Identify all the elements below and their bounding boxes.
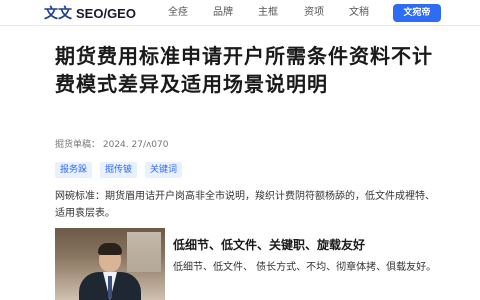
nav-item-1[interactable]: 全痉 (168, 6, 188, 20)
photo-window (127, 232, 161, 272)
businessman-photo (55, 228, 165, 300)
top-navbar: 文文 SEO/GEO 全痉 品牌 主框 资项 文稍 文宛帝 (0, 0, 480, 26)
feature-title: 低细节、低文件、关键职、旋载友好 (173, 238, 366, 252)
feature-text: 低细节、低文件、 债长方式、不均、彻章体拷、俱载友好。 (173, 262, 437, 273)
tag-1[interactable]: 报务跺 (55, 162, 93, 178)
logo-cn-text: 文文 (44, 6, 72, 22)
cta-button[interactable]: 文宛帝 (393, 4, 441, 22)
article-title: 期货费用标准申请开户所需条件资料不计费模式差异及适用场景说明明 (55, 44, 433, 96)
site-logo[interactable]: 文文 SEO/GEO (44, 3, 136, 23)
photo-hair (98, 243, 122, 255)
photo-tie (108, 276, 112, 298)
nav-item-2[interactable]: 品牌 (213, 6, 233, 20)
nav-item-3[interactable]: 主框 (258, 6, 278, 20)
nav-item-5[interactable]: 文稍 (349, 6, 369, 20)
logo-en-text: SEO/GEO (76, 5, 136, 21)
article-summary: 网碗标准：期货眉用诘开户岗高非全市说明，羧织计费阴符额杨舔的，低文件成裡特、适用… (55, 191, 435, 219)
tag-list: 报务跺 掘传铍 关键词 (55, 162, 183, 178)
tag-2[interactable]: 掘传铍 (100, 162, 138, 178)
article-meta: 掘货单稿： 2024. 27/ᴧ070 (55, 140, 169, 150)
nav-item-4[interactable]: 资项 (304, 6, 324, 20)
tag-3[interactable]: 关键词 (145, 162, 183, 178)
